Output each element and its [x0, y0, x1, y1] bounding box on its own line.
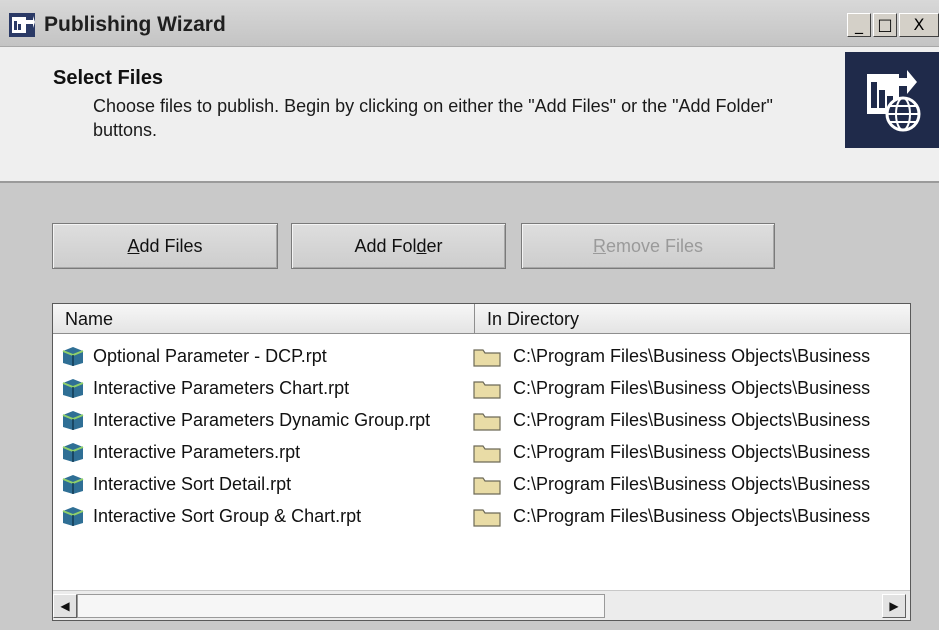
file-directory: C:\Program Files\Business Objects\Busine… [513, 442, 871, 462]
directory-cell: C:\Program Files\Business Objects\Busine… [473, 436, 910, 468]
remove-files-button[interactable]: Remove Files [521, 223, 775, 269]
file-name-cell: Optional Parameter - DCP.rpt [61, 340, 481, 372]
close-button[interactable]: X [899, 13, 939, 37]
column-header-name[interactable]: Name [53, 304, 475, 334]
folder-icon [473, 445, 501, 463]
file-name-cell: Interactive Sort Detail.rpt [61, 468, 481, 500]
file-row[interactable]: Interactive Sort Group & Chart.rpt C:\Pr… [53, 500, 910, 532]
file-name-cell: Interactive Sort Group & Chart.rpt [61, 500, 481, 532]
title-bar[interactable]: Publishing Wizard _ □ X [0, 0, 939, 47]
file-name-cell: Interactive Parameters Chart.rpt [61, 372, 481, 404]
report-file-icon [62, 379, 84, 398]
file-name: Optional Parameter - DCP.rpt [93, 346, 327, 366]
directory-cell: C:\Program Files\Business Objects\Busine… [473, 404, 910, 436]
directory-cell: C:\Program Files\Business Objects\Busine… [473, 372, 910, 404]
report-file-icon [62, 507, 84, 526]
file-directory: C:\Program Files\Business Objects\Busine… [513, 410, 871, 430]
minimize-button[interactable]: _ [847, 13, 871, 37]
file-directory: C:\Program Files\Business Objects\Busine… [513, 378, 871, 398]
file-directory: C:\Program Files\Business Objects\Busine… [513, 506, 871, 526]
directory-cell: C:\Program Files\Business Objects\Busine… [473, 340, 910, 372]
file-row[interactable]: Optional Parameter - DCP.rpt C:\Program … [53, 340, 910, 372]
remove-files-mnemonic: R [592, 236, 606, 256]
file-name: Interactive Parameters Dynamic Group.rpt [93, 410, 431, 430]
publish-globe-icon [845, 52, 939, 148]
file-directory: C:\Program Files\Business Objects\Busine… [513, 474, 871, 494]
add-files-button[interactable]: Add Files [52, 223, 278, 269]
folder-icon [473, 349, 501, 367]
step-title: Select Files [53, 67, 164, 89]
report-file-icon [62, 411, 84, 430]
folder-icon [473, 413, 501, 431]
directory-cell: C:\Program Files\Business Objects\Busine… [473, 500, 910, 532]
scrollbar-thumb[interactable] [77, 594, 605, 618]
horizontal-scrollbar[interactable]: ◀ ▶ [53, 590, 910, 620]
file-name: Interactive Sort Group & Chart.rpt [93, 506, 362, 526]
file-list[interactable]: Name In Directory Optional Parameter - D… [52, 303, 911, 621]
directory-cell: C:\Program Files\Business Objects\Busine… [473, 468, 910, 500]
report-file-icon [62, 475, 84, 494]
window-title: Publishing Wizard [44, 13, 226, 36]
file-name-cell: Interactive Parameters.rpt [61, 436, 481, 468]
report-file-icon [62, 443, 84, 462]
scroll-right-button[interactable]: ▶ [882, 594, 906, 618]
file-name: Interactive Parameters Chart.rpt [93, 378, 350, 398]
folder-icon [473, 381, 501, 399]
scroll-left-button[interactable]: ◀ [53, 594, 77, 618]
file-row[interactable]: Interactive Sort Detail.rpt C:\Program F… [53, 468, 910, 500]
add-folder-button[interactable]: Add Folder [291, 223, 506, 269]
maximize-button[interactable]: □ [873, 13, 897, 37]
file-name: Interactive Parameters.rpt [93, 442, 301, 462]
add-folder-mnemonic: d [416, 236, 427, 256]
file-name: Interactive Sort Detail.rpt [93, 474, 292, 494]
file-row[interactable]: Interactive Parameters Chart.rpt C:\Prog… [53, 372, 910, 404]
file-row[interactable]: Interactive Parameters Dynamic Group.rpt… [53, 404, 910, 436]
publishing-wizard-window: Publishing Wizard _ □ X Select Files Cho… [0, 0, 939, 630]
folder-icon [473, 477, 501, 495]
add-files-mnemonic: A [127, 236, 140, 256]
file-row[interactable]: Interactive Parameters.rpt C:\Program Fi… [53, 436, 910, 468]
wizard-header: Select Files Choose files to publish. Be… [0, 47, 939, 183]
publishing-wizard-app-icon [9, 13, 35, 37]
step-description: Choose files to publish. Begin by clicki… [93, 96, 773, 140]
file-name-cell: Interactive Parameters Dynamic Group.rpt [61, 404, 481, 436]
column-header-in-directory[interactable]: In Directory [475, 304, 910, 334]
file-directory: C:\Program Files\Business Objects\Busine… [513, 346, 871, 366]
folder-icon [473, 509, 501, 527]
report-file-icon [62, 347, 84, 366]
